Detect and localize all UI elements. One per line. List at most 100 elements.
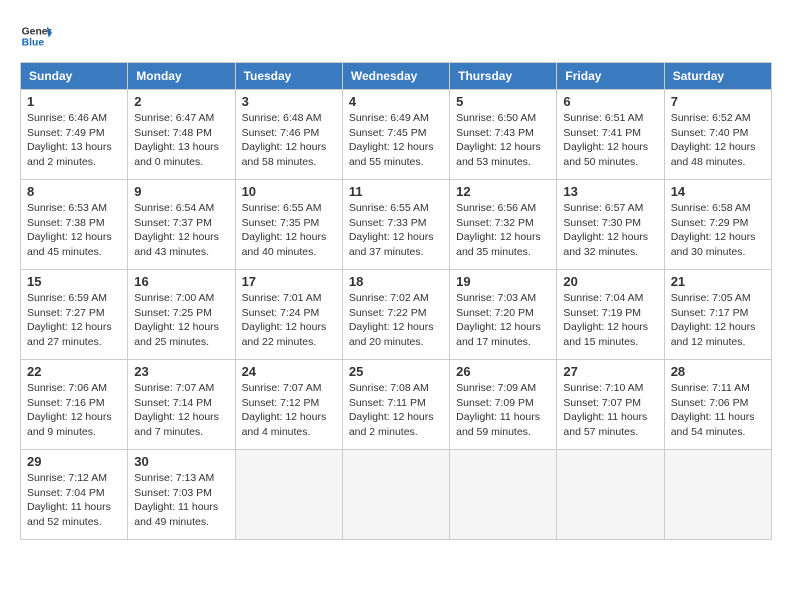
day-info: Sunrise: 7:09 AMSunset: 7:09 PMDaylight:… [456,381,550,440]
day-number: 10 [242,184,336,199]
day-info: Sunrise: 7:07 AMSunset: 7:12 PMDaylight:… [242,381,336,440]
day-number: 3 [242,94,336,109]
day-number: 13 [563,184,657,199]
day-number: 23 [134,364,228,379]
weekday-header-monday: Monday [128,63,235,90]
day-number: 1 [27,94,121,109]
weekday-header-tuesday: Tuesday [235,63,342,90]
calendar-cell: 13 Sunrise: 6:57 AMSunset: 7:30 PMDayligh… [557,180,664,270]
calendar-cell: 28 Sunrise: 7:11 AMSunset: 7:06 PMDayligh… [664,360,771,450]
day-info: Sunrise: 6:47 AMSunset: 7:48 PMDaylight:… [134,111,228,170]
calendar-cell: 20 Sunrise: 7:04 AMSunset: 7:19 PMDayligh… [557,270,664,360]
calendar-cell [664,450,771,540]
calendar-cell: 2 Sunrise: 6:47 AMSunset: 7:48 PMDaylight… [128,90,235,180]
logo: General Blue [20,20,52,52]
calendar-cell: 18 Sunrise: 7:02 AMSunset: 7:22 PMDayligh… [342,270,449,360]
day-number: 21 [671,274,765,289]
day-number: 29 [27,454,121,469]
weekday-header-wednesday: Wednesday [342,63,449,90]
day-info: Sunrise: 7:04 AMSunset: 7:19 PMDaylight:… [563,291,657,350]
calendar-cell: 6 Sunrise: 6:51 AMSunset: 7:41 PMDaylight… [557,90,664,180]
weekday-header-saturday: Saturday [664,63,771,90]
day-number: 28 [671,364,765,379]
day-number: 27 [563,364,657,379]
day-number: 16 [134,274,228,289]
calendar-cell: 1 Sunrise: 6:46 AMSunset: 7:49 PMDaylight… [21,90,128,180]
calendar-cell: 30 Sunrise: 7:13 AMSunset: 7:03 PMDayligh… [128,450,235,540]
day-info: Sunrise: 6:51 AMSunset: 7:41 PMDaylight:… [563,111,657,170]
day-info: Sunrise: 6:56 AMSunset: 7:32 PMDaylight:… [456,201,550,260]
day-info: Sunrise: 6:53 AMSunset: 7:38 PMDaylight:… [27,201,121,260]
calendar-cell: 25 Sunrise: 7:08 AMSunset: 7:11 PMDayligh… [342,360,449,450]
day-number: 12 [456,184,550,199]
day-number: 4 [349,94,443,109]
day-number: 22 [27,364,121,379]
day-info: Sunrise: 7:00 AMSunset: 7:25 PMDaylight:… [134,291,228,350]
day-info: Sunrise: 7:10 AMSunset: 7:07 PMDaylight:… [563,381,657,440]
calendar-cell: 16 Sunrise: 7:00 AMSunset: 7:25 PMDayligh… [128,270,235,360]
calendar-cell: 8 Sunrise: 6:53 AMSunset: 7:38 PMDaylight… [21,180,128,270]
calendar-cell: 19 Sunrise: 7:03 AMSunset: 7:20 PMDayligh… [450,270,557,360]
day-number: 19 [456,274,550,289]
day-number: 20 [563,274,657,289]
svg-text:Blue: Blue [22,38,45,49]
calendar-cell: 10 Sunrise: 6:55 AMSunset: 7:35 PMDayligh… [235,180,342,270]
day-info: Sunrise: 6:55 AMSunset: 7:35 PMDaylight:… [242,201,336,260]
day-info: Sunrise: 7:05 AMSunset: 7:17 PMDaylight:… [671,291,765,350]
day-number: 24 [242,364,336,379]
day-info: Sunrise: 6:59 AMSunset: 7:27 PMDaylight:… [27,291,121,350]
day-info: Sunrise: 6:48 AMSunset: 7:46 PMDaylight:… [242,111,336,170]
day-info: Sunrise: 7:06 AMSunset: 7:16 PMDaylight:… [27,381,121,440]
day-number: 18 [349,274,443,289]
day-number: 5 [456,94,550,109]
day-info: Sunrise: 7:02 AMSunset: 7:22 PMDaylight:… [349,291,443,350]
calendar-cell: 9Sunrise: 6:54 AMSunset: 7:37 PMDaylight… [128,180,235,270]
calendar-cell: 21 Sunrise: 7:05 AMSunset: 7:17 PMDayligh… [664,270,771,360]
day-info: Sunrise: 6:58 AMSunset: 7:29 PMDaylight:… [671,201,765,260]
calendar-cell: 14 Sunrise: 6:58 AMSunset: 7:29 PMDayligh… [664,180,771,270]
calendar-cell: 15 Sunrise: 6:59 AMSunset: 7:27 PMDayligh… [21,270,128,360]
day-info: Sunrise: 7:13 AMSunset: 7:03 PMDaylight:… [134,471,228,530]
day-info: Sunrise: 7:08 AMSunset: 7:11 PMDaylight:… [349,381,443,440]
calendar-cell: 29 Sunrise: 7:12 AMSunset: 7:04 PMDayligh… [21,450,128,540]
calendar-cell: 4 Sunrise: 6:49 AMSunset: 7:45 PMDaylight… [342,90,449,180]
day-info: Sunrise: 7:11 AMSunset: 7:06 PMDaylight:… [671,381,765,440]
calendar-cell: 27 Sunrise: 7:10 AMSunset: 7:07 PMDayligh… [557,360,664,450]
day-number: 30 [134,454,228,469]
day-info: Sunrise: 6:50 AMSunset: 7:43 PMDaylight:… [456,111,550,170]
calendar-cell: 22 Sunrise: 7:06 AMSunset: 7:16 PMDayligh… [21,360,128,450]
calendar-cell: 7 Sunrise: 6:52 AMSunset: 7:40 PMDaylight… [664,90,771,180]
calendar: SundayMondayTuesdayWednesdayThursdayFrid… [20,62,772,540]
calendar-cell: 26 Sunrise: 7:09 AMSunset: 7:09 PMDayligh… [450,360,557,450]
day-info: Sunrise: 7:07 AMSunset: 7:14 PMDaylight:… [134,381,228,440]
day-number: 17 [242,274,336,289]
day-info: Sunrise: 6:57 AMSunset: 7:30 PMDaylight:… [563,201,657,260]
day-number: 25 [349,364,443,379]
weekday-header-thursday: Thursday [450,63,557,90]
day-number: 26 [456,364,550,379]
day-number: 9 [134,184,228,199]
calendar-cell: 23 Sunrise: 7:07 AMSunset: 7:14 PMDayligh… [128,360,235,450]
calendar-cell: 24 Sunrise: 7:07 AMSunset: 7:12 PMDayligh… [235,360,342,450]
day-info: Sunrise: 7:03 AMSunset: 7:20 PMDaylight:… [456,291,550,350]
day-number: 6 [563,94,657,109]
day-info: Sunrise: 7:12 AMSunset: 7:04 PMDaylight:… [27,471,121,530]
day-info: Sunrise: 6:46 AMSunset: 7:49 PMDaylight:… [27,111,121,170]
day-info: Sunrise: 6:49 AMSunset: 7:45 PMDaylight:… [349,111,443,170]
day-info: Sunrise: 6:52 AMSunset: 7:40 PMDaylight:… [671,111,765,170]
day-number: 15 [27,274,121,289]
day-number: 7 [671,94,765,109]
calendar-cell: 12 Sunrise: 6:56 AMSunset: 7:32 PMDayligh… [450,180,557,270]
calendar-cell: 17 Sunrise: 7:01 AMSunset: 7:24 PMDayligh… [235,270,342,360]
day-number: 8 [27,184,121,199]
weekday-header-friday: Friday [557,63,664,90]
calendar-cell [557,450,664,540]
day-info: Sunrise: 7:01 AMSunset: 7:24 PMDaylight:… [242,291,336,350]
calendar-cell: 3 Sunrise: 6:48 AMSunset: 7:46 PMDaylight… [235,90,342,180]
day-number: 2 [134,94,228,109]
calendar-cell [450,450,557,540]
calendar-cell [235,450,342,540]
day-info: Sunrise: 6:55 AMSunset: 7:33 PMDaylight:… [349,201,443,260]
calendar-cell [342,450,449,540]
day-number: 14 [671,184,765,199]
